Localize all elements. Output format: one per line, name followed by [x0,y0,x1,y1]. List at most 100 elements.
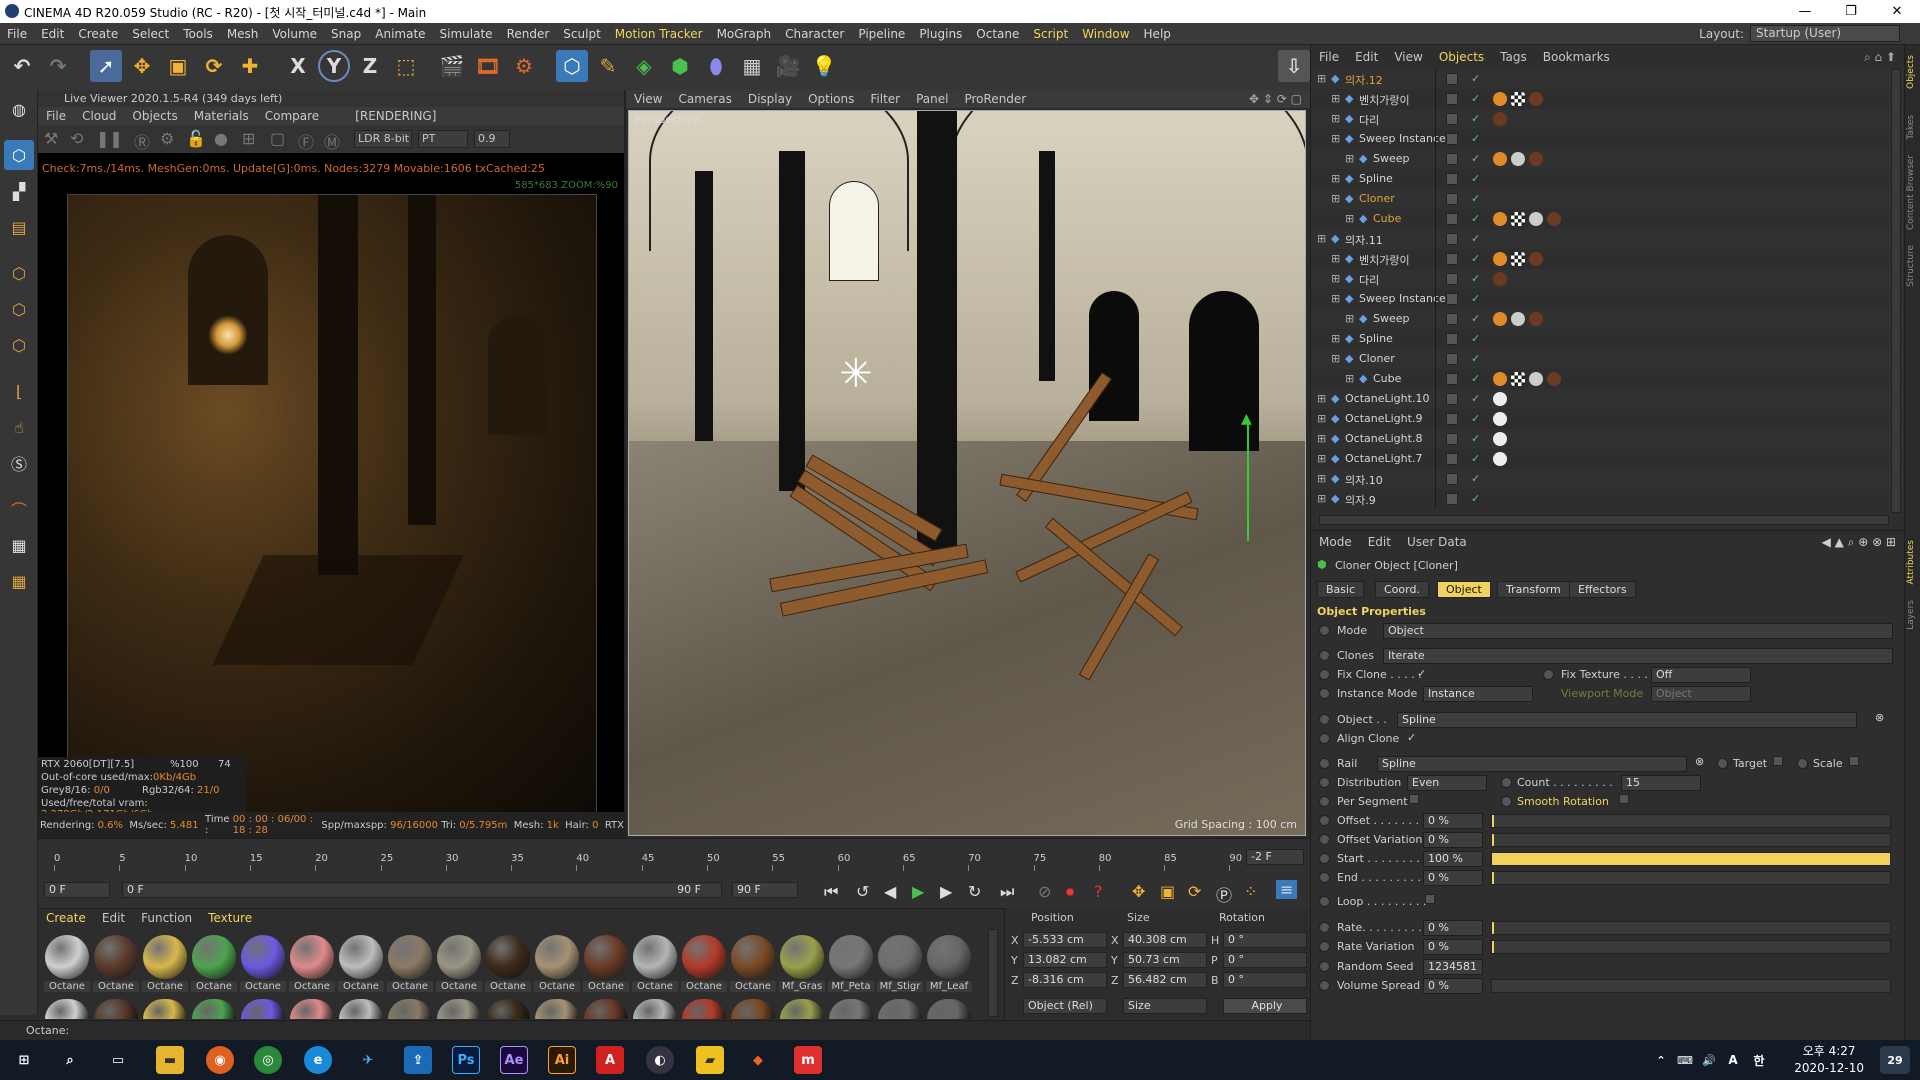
material-ball-row2[interactable] [143,999,187,1019]
mat-menu-function[interactable]: Function [133,909,200,927]
fix-texture-select[interactable]: Off [1651,667,1751,683]
cinema4d-taskbar-icon[interactable]: ◐ [646,1046,674,1074]
object-tag-icon[interactable] [1493,412,1507,426]
illustrator-icon[interactable]: Ai [548,1046,576,1074]
go-to-start-icon[interactable]: ⏮ [824,882,838,902]
vp-menu-display[interactable]: Display [740,90,800,108]
redo-icon[interactable]: ↷ [42,50,74,82]
lock-workplane-icon[interactable]: ▦ [4,530,34,560]
om-menu-bookmarks[interactable]: Bookmarks [1535,47,1618,67]
anim-bullet[interactable] [1319,980,1330,991]
object-row[interactable]: ⊞ ◆ OctaneLight.10 ✓ [1311,389,1905,409]
lv-menu-cloud[interactable]: Cloud [74,107,124,125]
coord-mode-select[interactable]: Object (Rel) [1023,998,1107,1014]
value-slider[interactable] [1491,871,1891,885]
keyframe-help-icon[interactable]: ? [1094,882,1103,901]
expand-toggle-icon[interactable]: ⊞ [1317,452,1326,465]
expand-toggle-icon[interactable]: ⊞ [1331,92,1340,105]
object-tag-icon[interactable] [1493,312,1507,326]
enable-checkmark-icon[interactable]: ✓ [1471,432,1480,445]
material-ball-row2[interactable] [829,999,873,1019]
object-tag-icon[interactable] [1529,92,1543,106]
file-explorer-icon[interactable]: ▬ [156,1046,184,1074]
y-axis-gizmo[interactable] [1247,421,1249,541]
anim-bullet[interactable] [1501,796,1512,807]
om-menu-view[interactable]: View [1386,47,1430,67]
menu-plugins[interactable]: Plugins [912,23,969,45]
rail-link-field[interactable]: Spline [1377,756,1687,772]
material-ball-row2[interactable] [633,999,677,1019]
material-ball[interactable] [388,935,432,979]
ldr-select[interactable]: LDR 8-bit [354,130,412,148]
material-scrollbar[interactable] [988,929,998,1017]
material-ball-row2[interactable] [780,999,824,1019]
anim-bullet[interactable] [1319,758,1330,769]
loop-back-icon[interactable]: ↺ [856,882,869,901]
menu-help[interactable]: Help [1137,23,1178,45]
clay-mode-icon[interactable]: ▢ [270,129,285,148]
light-gizmo-icon[interactable]: ✳ [839,351,873,397]
viewport-scene[interactable]: ✳ ▲ Perspective Grid Spacing : 100 cm [628,110,1306,836]
material-ball-row2[interactable] [290,999,334,1019]
object-tag-icon[interactable] [1511,372,1525,386]
object-tag-icon[interactable] [1493,212,1507,226]
anim-bullet[interactable] [1319,922,1330,933]
expand-toggle-icon[interactable]: ⊞ [1331,112,1340,125]
clones-select[interactable]: Iterate [1383,648,1893,664]
am-menu-mode[interactable]: Mode [1311,533,1360,551]
load-layout-icon[interactable]: ⇩ [1278,50,1310,82]
scale-checkbox[interactable] [1849,756,1859,766]
layer-control[interactable] [1446,153,1458,165]
menu-mograph[interactable]: MoGraph [710,23,779,45]
region-render-icon[interactable]: Ⓡ [134,129,150,153]
deformer-icon[interactable]: ⬮ [700,50,732,82]
anim-bullet[interactable] [1717,758,1728,769]
material-ball-row2[interactable] [339,999,383,1019]
slider-value-field[interactable]: 0 % [1423,939,1483,955]
object-row[interactable]: ⊞ ◆ Sweep ✓ [1311,309,1905,329]
enable-checkmark-icon[interactable]: ✓ [1471,292,1480,305]
material-ball[interactable] [878,935,922,979]
ime-mode-han[interactable]: 한 [1750,1046,1768,1074]
value-slider[interactable] [1491,814,1891,828]
expand-toggle-icon[interactable]: ⊞ [1331,292,1340,305]
object-tag-icon[interactable] [1529,312,1543,326]
tab-effectors[interactable]: Effectors [1569,581,1636,598]
enable-checkmark-icon[interactable]: ✓ [1471,232,1480,245]
move-icon[interactable]: ✥ [126,50,158,82]
floor-icon[interactable]: ▦ [736,50,768,82]
layer-control[interactable] [1446,233,1458,245]
anim-bullet[interactable] [1319,834,1330,845]
anim-bullet[interactable] [1319,815,1330,826]
object-row[interactable]: ⊞ ◆ Sweep ✓ [1311,149,1905,169]
expand-toggle-icon[interactable]: ⊞ [1345,312,1354,325]
material-ball[interactable] [339,935,383,979]
rot-p-field[interactable]: 0 ° [1223,952,1307,968]
object-row[interactable]: ⊞ ◆ Spline ✓ [1311,329,1905,349]
anim-bullet[interactable] [1319,714,1330,725]
layer-control[interactable] [1446,133,1458,145]
material-ball[interactable] [143,935,187,979]
object-row[interactable]: ⊞ ◆ OctaneLight.8 ✓ [1311,429,1905,449]
expand-toggle-icon[interactable]: ⊞ [1317,432,1326,445]
expand-toggle-icon[interactable]: ⊞ [1345,372,1354,385]
slider-value-field[interactable]: 0 % [1423,813,1483,829]
menu-file[interactable]: File [0,23,34,45]
material-ball[interactable] [780,935,824,979]
enable-checkmark-icon[interactable]: ✓ [1471,72,1480,85]
lv-settings-icon[interactable]: ⚙ [160,129,174,148]
layer-control[interactable] [1446,213,1458,225]
side-tab-content-browser[interactable]: Content Browser [1906,155,1916,230]
expand-toggle-icon[interactable]: ⊞ [1331,252,1340,265]
close-button[interactable]: ✕ [1874,0,1920,23]
layer-control[interactable] [1446,393,1458,405]
enable-checkmark-icon[interactable]: ✓ [1471,452,1480,465]
lv-menu-objects[interactable]: Objects [124,107,185,125]
windows-start-icon[interactable]: ⊞ [10,1046,38,1074]
rot-h-field[interactable]: 0 ° [1223,932,1307,948]
rail-pick-icon[interactable]: ⊗ [1695,755,1704,768]
lv-value-field[interactable]: 0.9 [474,130,510,148]
anim-bullet[interactable] [1319,872,1330,883]
om-menu-tags[interactable]: Tags [1492,47,1535,67]
per-segment-checkbox[interactable] [1409,794,1419,804]
